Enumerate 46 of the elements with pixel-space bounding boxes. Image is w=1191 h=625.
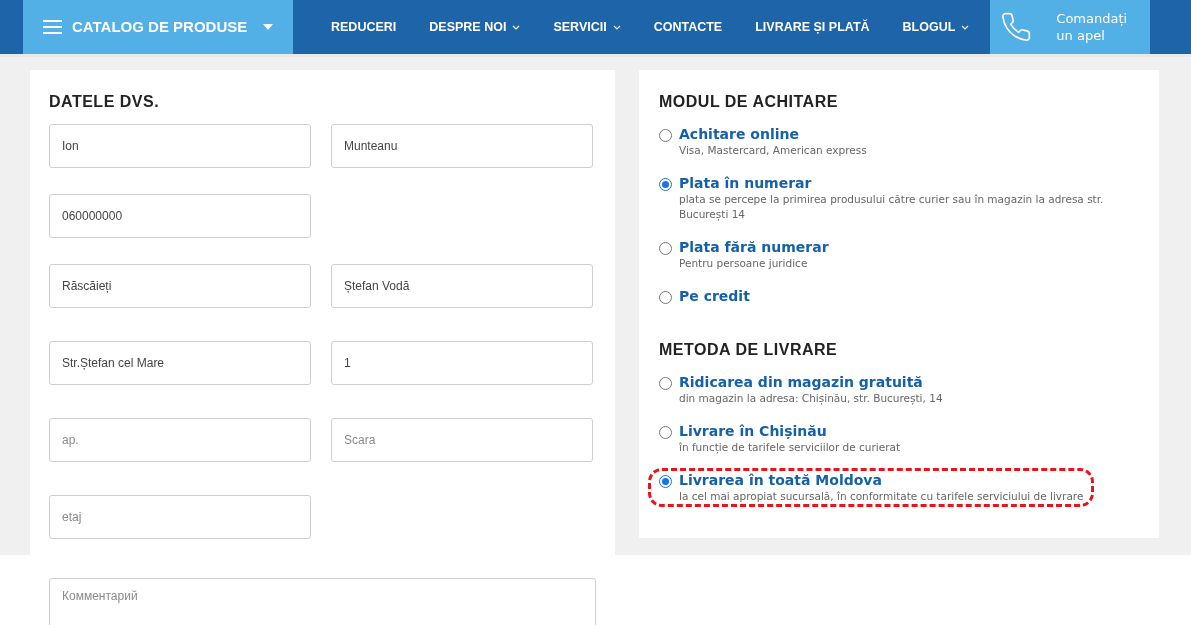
option-description: în funcție de tarifele serviciilor de curierat [679, 440, 901, 455]
radio-button[interactable] [659, 377, 672, 390]
option-label[interactable]: Plata fără numerar [679, 238, 829, 256]
nav-link[interactable]: SERVICII [553, 17, 621, 37]
radio-button[interactable] [659, 242, 672, 255]
nav-link[interactable]: CONTACTE [653, 17, 723, 37]
input-field[interactable]: ap. [49, 418, 311, 462]
option-label[interactable]: Plata în numerar [679, 174, 1127, 192]
input-field[interactable]: Ștefan Vodă [331, 264, 593, 308]
option-label[interactable]: Ridicarea din magazin gratuită [679, 373, 943, 391]
nav-link[interactable]: LIVRARE ȘI PLATĂ [755, 17, 870, 37]
input-field[interactable]: Ion [49, 124, 311, 168]
section-title: METODA DE LIVRARE [659, 340, 839, 360]
option-description: Visa, Mastercard, American express [679, 143, 867, 158]
option-label[interactable]: Livrarea în toată Moldova [679, 471, 1084, 489]
radio-button[interactable] [659, 426, 672, 439]
option-description: la cel mai apropiat sucursală, în conformitate cu tarifele serviciului de livrare [679, 489, 1084, 504]
phone-icon [1000, 11, 1033, 43]
option-label[interactable]: Livrare în Chișinău [679, 422, 901, 440]
input-field[interactable]: Munteanu [331, 124, 593, 168]
nav-link[interactable]: REDUCERI [331, 17, 397, 37]
radio-button[interactable] [659, 178, 672, 191]
nav-link[interactable]: BLOGUL [902, 17, 970, 37]
option-description: Pentru persoane juridice [679, 256, 809, 271]
input-field[interactable]: 060000000 [49, 194, 311, 238]
chevron-icon [961, 24, 970, 30]
radio-button[interactable] [659, 129, 672, 142]
comment-field[interactable]: Комментарий [49, 578, 596, 625]
input-field[interactable]: Răscăieți [49, 264, 311, 308]
caret-icon [263, 24, 274, 30]
chevron-icon [512, 24, 521, 30]
radio-button[interactable] [659, 291, 672, 304]
option-description: din magazin la adresa: Chișinău, str. București, 14 [679, 391, 943, 406]
option-label[interactable]: Pe credit [679, 287, 750, 305]
input-field[interactable]: etaj [49, 495, 311, 539]
radio-button[interactable] [659, 475, 672, 488]
section-title: MODUL DE ACHITARE [659, 92, 839, 112]
input-field[interactable]: Str.Ștefan cel Mare [49, 341, 311, 385]
input-field[interactable]: 1 [331, 341, 593, 385]
chevron-icon [612, 24, 621, 30]
section-title: DATELE DVS. [49, 92, 161, 112]
option-description: plata se percepe la primirea produsului către curier sau în magazin la adresa str. București 14 [679, 192, 1105, 222]
option-label[interactable]: Achitare online [679, 125, 867, 143]
nav-link[interactable]: DESPRE NOI [429, 17, 521, 37]
menu-icon [43, 20, 62, 34]
input-field[interactable]: Scara [331, 418, 593, 462]
